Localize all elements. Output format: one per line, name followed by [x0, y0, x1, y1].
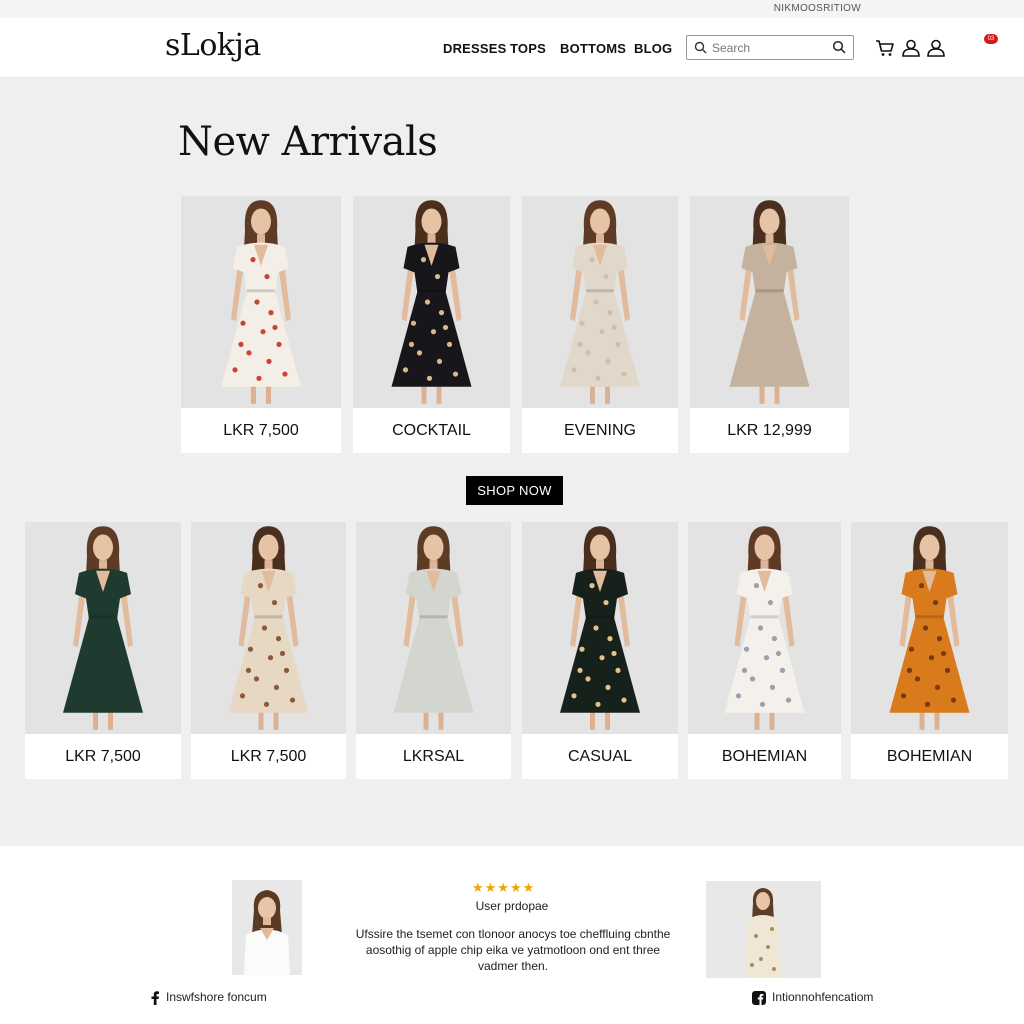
cart-icon[interactable] — [875, 38, 895, 58]
dress-illustration — [391, 200, 472, 404]
topbar-link[interactable]: NIKMOOSRITIOW — [774, 3, 861, 14]
product-image — [522, 522, 678, 734]
reviewer-photo — [232, 880, 302, 975]
product-label: LKR 7,500 — [230, 748, 307, 765]
product-card[interactable]: LKR 7,500 — [181, 196, 341, 453]
rating-stars: ★★★★★ — [472, 880, 536, 895]
social-link-facebook[interactable]: Inswfshore foncum — [150, 990, 267, 1005]
page-title: New Arrivals — [178, 119, 438, 165]
reviewer-name: User prdopae — [475, 899, 549, 913]
product-image — [522, 196, 678, 408]
facebook-square-icon — [752, 990, 766, 1005]
search-box — [686, 35, 854, 60]
product-image — [191, 522, 346, 734]
product-label: LKRSAL — [402, 748, 465, 765]
top-utility-bar: NIKMOOSRITIOW — [0, 0, 1024, 18]
product-card[interactable]: LKRSAL — [356, 522, 511, 779]
product-image — [690, 196, 849, 408]
nav-dresses[interactable]: DRESSES — [443, 41, 507, 56]
product-label: EVENING — [563, 422, 636, 439]
search-input[interactable] — [712, 39, 827, 57]
product-label: BOHEMIAN — [886, 748, 973, 765]
product-label: BOHEMIAN — [721, 748, 808, 765]
product-card[interactable]: EVENING — [522, 196, 678, 453]
social-link-facebook-page[interactable]: Intionnohfencatiom — [752, 990, 873, 1005]
product-image — [356, 522, 511, 734]
product-card[interactable]: BOHEMIAN — [688, 522, 841, 779]
nav-blog[interactable]: BLOG — [634, 41, 672, 56]
social-left-label: Inswfshore foncum — [166, 990, 267, 1004]
product-image — [181, 196, 341, 408]
dress-illustration — [560, 200, 640, 404]
product-image — [851, 522, 1008, 734]
dress-illustration — [228, 526, 309, 730]
product-label: LKR 7,500 — [65, 748, 141, 765]
product-card[interactable]: CASUAL — [522, 522, 678, 779]
shop-now-button[interactable]: SHOP NOW — [466, 476, 563, 505]
dress-illustration — [560, 526, 640, 730]
new-arrivals-section: New Arrivals LKR 7,500 COCKTAIL EVENING … — [0, 79, 1024, 846]
product-card[interactable]: LKR 12,999 — [690, 196, 849, 453]
product-card[interactable]: LKR 7,500 — [191, 522, 346, 779]
testimonial-footer: ★★★★★ User prdopae Ufssire the tsemet co… — [0, 846, 1024, 1024]
nav-bottoms[interactable]: BOTTOMS — [560, 41, 626, 56]
search-submit-icon[interactable] — [832, 40, 846, 54]
search-icon — [694, 41, 707, 54]
dress-illustration — [729, 200, 810, 404]
product-label: COCKTAIL — [392, 422, 471, 439]
social-right-label: Intionnohfencatiom — [772, 990, 874, 1004]
featured-product-photo — [706, 881, 821, 978]
product-card[interactable]: BOHEMIAN — [851, 522, 1008, 779]
dress-illustration — [889, 526, 970, 730]
product-label: LKR 7,500 — [223, 422, 299, 439]
product-image — [688, 522, 841, 734]
review-text: Ufssire the tsemet con tlonoor anocys to… — [355, 927, 671, 973]
account-icon[interactable] — [926, 38, 946, 58]
nav-tops[interactable]: TOPS — [510, 41, 546, 56]
product-card[interactable]: LKR 7,500 — [25, 522, 181, 779]
site-header: sLokja DRESSES TOPS BOTTOMS BLOG 03 — [0, 18, 1024, 78]
notification-badge[interactable]: 03 — [984, 34, 998, 44]
product-card[interactable]: COCKTAIL — [353, 196, 510, 453]
product-label: LKR 12,999 — [727, 422, 812, 439]
dress-illustration — [724, 526, 805, 730]
dress-illustration — [393, 526, 474, 730]
product-image — [353, 196, 510, 408]
product-image — [25, 522, 181, 734]
brand-logo[interactable]: sLokja — [165, 28, 261, 63]
product-label: CASUAL — [567, 748, 633, 765]
user-icon[interactable] — [901, 38, 921, 58]
facebook-icon — [151, 991, 159, 1005]
dress-illustration — [63, 526, 143, 730]
dress-illustration — [221, 200, 301, 404]
